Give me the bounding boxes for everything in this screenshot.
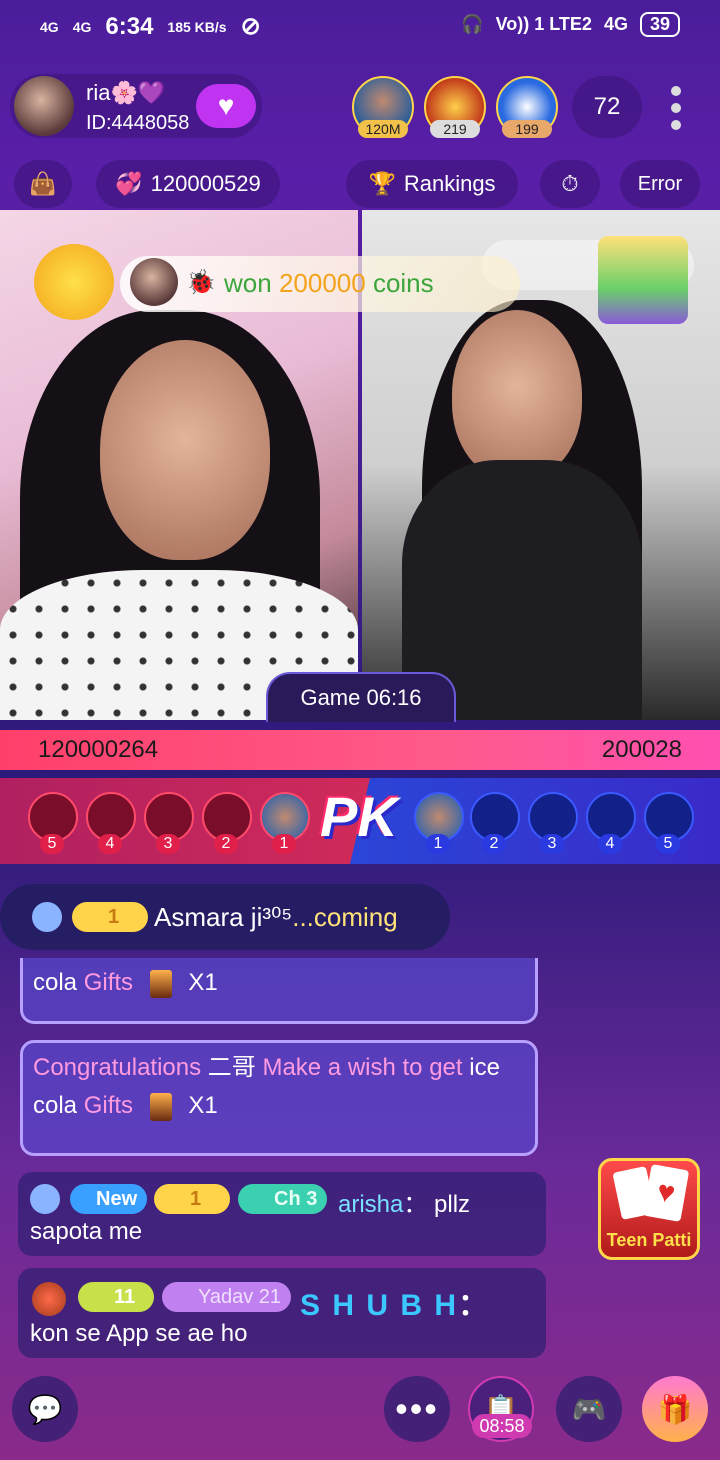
join-notice: 1 Asmara ji³⁰⁵...coming bbox=[0, 884, 450, 950]
red-seat-4[interactable]: 4 bbox=[86, 792, 136, 854]
host-avatar[interactable] bbox=[14, 76, 74, 136]
trophy-icon: 🏆 bbox=[368, 171, 396, 196]
error-button[interactable]: Error bbox=[620, 160, 700, 208]
blue-seat-1[interactable]: 1 bbox=[414, 792, 464, 854]
gift-icon: 🎁 bbox=[657, 1393, 693, 1425]
tag-badge: Yadav 21 bbox=[162, 1282, 292, 1312]
gift-button[interactable]: 🎁 bbox=[642, 1376, 708, 1442]
coins-pill[interactable]: 💞 120000529 bbox=[96, 160, 280, 208]
rank-badge-icon bbox=[32, 902, 62, 932]
viewer-count[interactable]: 72 bbox=[572, 76, 642, 138]
chat-text: kon se App se ae ho bbox=[30, 1320, 248, 1347]
channel-badge: Ch 3 bbox=[238, 1184, 328, 1214]
red-seat-5[interactable]: 5 bbox=[28, 792, 78, 854]
pk-logo: PK bbox=[320, 785, 398, 848]
gift-message: cola Gifts X1 bbox=[20, 958, 538, 1024]
blue-seat-5[interactable]: 5 bbox=[644, 792, 694, 854]
blue-seat-3[interactable]: 3 bbox=[528, 792, 578, 854]
chat-button[interactable]: 💬 bbox=[12, 1376, 78, 1442]
ladybug-icon: 🐞 bbox=[186, 269, 216, 296]
task-icon: ⏱ bbox=[561, 171, 579, 196]
bag-button[interactable]: 👜 bbox=[14, 160, 72, 208]
coins-value: 120000529 bbox=[150, 171, 261, 196]
host-name: ria🌸💜 bbox=[86, 80, 166, 105]
cola-gift-icon bbox=[149, 1092, 172, 1121]
win-banner: 🐞 won 200000 coins bbox=[24, 240, 520, 324]
more-dots-icon: ••• bbox=[395, 1388, 439, 1429]
bag-icon: 👜 bbox=[29, 171, 57, 196]
no-sim-icon: ⊘ bbox=[240, 13, 261, 40]
chat-user[interactable]: arisha： pllz bbox=[338, 1184, 470, 1219]
level-badge: 11 bbox=[78, 1282, 154, 1312]
chat-user[interactable]: S H U B H： bbox=[300, 1280, 490, 1324]
red-seat-3[interactable]: 3 bbox=[144, 792, 194, 854]
sunglasses-emoji-icon bbox=[34, 244, 114, 320]
score-right: 200028 bbox=[601, 736, 682, 763]
rank-badge-icon bbox=[30, 1184, 60, 1214]
network-label: Vo)) 1 LTE2 bbox=[495, 14, 592, 34]
heart-icon: ♥ bbox=[217, 90, 235, 121]
signal-1: 4G bbox=[40, 18, 59, 35]
new-badge: New bbox=[70, 1184, 148, 1214]
rank-badge-icon bbox=[32, 1282, 66, 1316]
winner-avatar bbox=[130, 258, 178, 306]
hearts-icon: 💞 bbox=[115, 171, 143, 196]
teen-patti-game-button[interactable]: ♥ Teen Patti bbox=[598, 1158, 700, 1260]
chat-text: sapota me bbox=[30, 1218, 143, 1245]
headphones-icon: 🎧 bbox=[461, 14, 484, 34]
viewer-badge: 199 bbox=[502, 120, 552, 138]
viewer-badge: 219 bbox=[430, 120, 480, 138]
network-4g: 4G bbox=[603, 14, 628, 34]
blue-seat-2[interactable]: 2 bbox=[470, 792, 520, 854]
task-timer: 08:58 bbox=[472, 1414, 532, 1438]
cola-gift-icon bbox=[149, 969, 172, 998]
viewer-badge: 120M bbox=[358, 120, 408, 138]
status-bar: 4G 4G 6:34 185 KB/s ⊘ 🎧 Vo)) 1 LTE2 4G 3… bbox=[0, 0, 720, 56]
top-viewer-3[interactable]: 199 bbox=[496, 76, 558, 138]
task-button[interactable]: ⏱ bbox=[540, 160, 600, 208]
game-icon[interactable] bbox=[598, 236, 688, 324]
network-speed: 185 KB/s bbox=[167, 18, 227, 35]
chat-message[interactable]: New 1 Ch 3 arisha： pllz sapota me bbox=[18, 1172, 546, 1256]
teen-patti-label: Teen Patti bbox=[606, 1230, 692, 1250]
top-viewer-2[interactable]: 219 bbox=[424, 76, 486, 138]
host-id: ID:4448058 bbox=[86, 112, 190, 134]
gamepad-icon: 🎮 bbox=[571, 1393, 607, 1425]
top-viewer-1[interactable]: 120M bbox=[352, 76, 414, 138]
level-badge: 1 bbox=[154, 1184, 230, 1214]
more-options-icon[interactable] bbox=[668, 86, 684, 130]
signal-2: 4G bbox=[72, 18, 92, 35]
more-button[interactable]: ••• bbox=[384, 1376, 450, 1442]
host-card[interactable]: ria🌸💜 ID:4448058 ♥ bbox=[10, 74, 262, 138]
join-text: Asmara ji³⁰⁵...coming bbox=[154, 902, 398, 932]
pk-score-bar: 120000264 200028 bbox=[0, 730, 720, 770]
chat-bubble-icon: 💬 bbox=[27, 1393, 63, 1425]
pk-contributors-row: 5 4 3 2 1 PK 1 2 3 4 5 bbox=[0, 778, 720, 864]
score-left: 120000264 bbox=[38, 736, 159, 763]
blue-seat-4[interactable]: 4 bbox=[586, 792, 636, 854]
win-text: won 200000 coins bbox=[224, 268, 434, 298]
red-seat-1[interactable]: 1 bbox=[260, 792, 310, 854]
game-button[interactable]: 🎮 bbox=[556, 1376, 622, 1442]
gift-message: Congratulations 二哥 Make a wish to get ic… bbox=[20, 1040, 538, 1156]
game-timer: Game 06:16 bbox=[266, 672, 456, 722]
red-seat-2[interactable]: 2 bbox=[202, 792, 252, 854]
rankings-label: Rankings bbox=[403, 171, 496, 196]
clock: 6:34 bbox=[105, 12, 154, 40]
rankings-button[interactable]: 🏆 Rankings bbox=[346, 160, 518, 208]
follow-button[interactable]: ♥ bbox=[196, 84, 256, 128]
chat-message[interactable]: 11 Yadav 21 S H U B H： kon se App se ae … bbox=[18, 1268, 546, 1358]
battery: 39 bbox=[639, 12, 680, 37]
level-badge: 1 bbox=[72, 902, 148, 932]
